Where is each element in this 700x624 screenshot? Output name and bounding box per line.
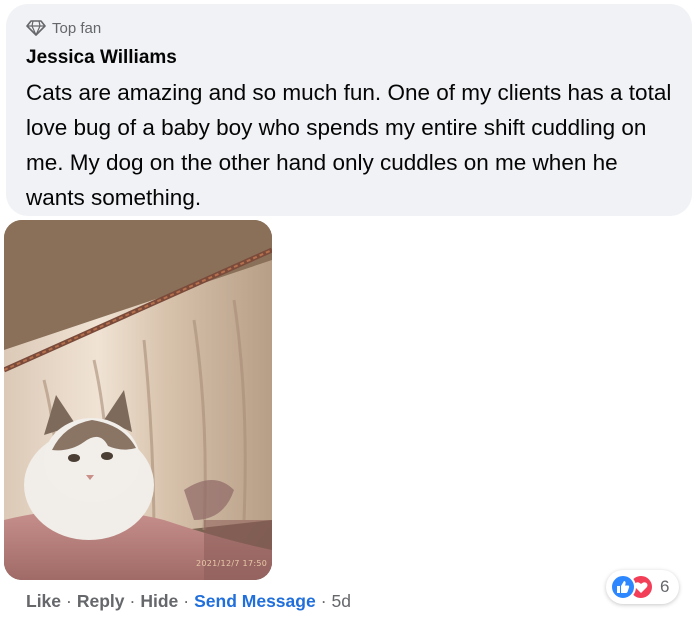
comment-author[interactable]: Jessica Williams	[26, 46, 674, 70]
separator: ·	[320, 591, 327, 611]
top-fan-badge[interactable]: Top fan	[26, 16, 674, 40]
cat-photo[interactable]	[4, 220, 272, 580]
comment-text: Cats are amazing and so much fun. One of…	[26, 80, 672, 210]
reply-button[interactable]: Reply	[77, 591, 125, 612]
diamond-icon	[26, 19, 46, 37]
like-button[interactable]: Like	[26, 591, 61, 612]
badge-label: Top fan	[52, 19, 102, 37]
separator: ·	[66, 591, 72, 611]
photo-timestamp: 2021/12/7 17:50	[196, 559, 268, 568]
comment-bubble: Top fan Jessica Williams Cats are amazin…	[6, 4, 692, 216]
hide-button[interactable]: Hide	[140, 591, 178, 612]
separator: ·	[129, 591, 136, 611]
separator: ·	[183, 591, 190, 611]
send-message-button[interactable]: Send Message	[194, 591, 316, 612]
reaction-count: 6	[660, 577, 670, 596]
like-icon	[610, 574, 636, 600]
comment-timestamp[interactable]: 5d	[332, 591, 351, 612]
comment-actions: Like · Reply · Hide · Send Message · 5d	[26, 591, 351, 612]
reactions-summary[interactable]: 6	[606, 570, 680, 604]
